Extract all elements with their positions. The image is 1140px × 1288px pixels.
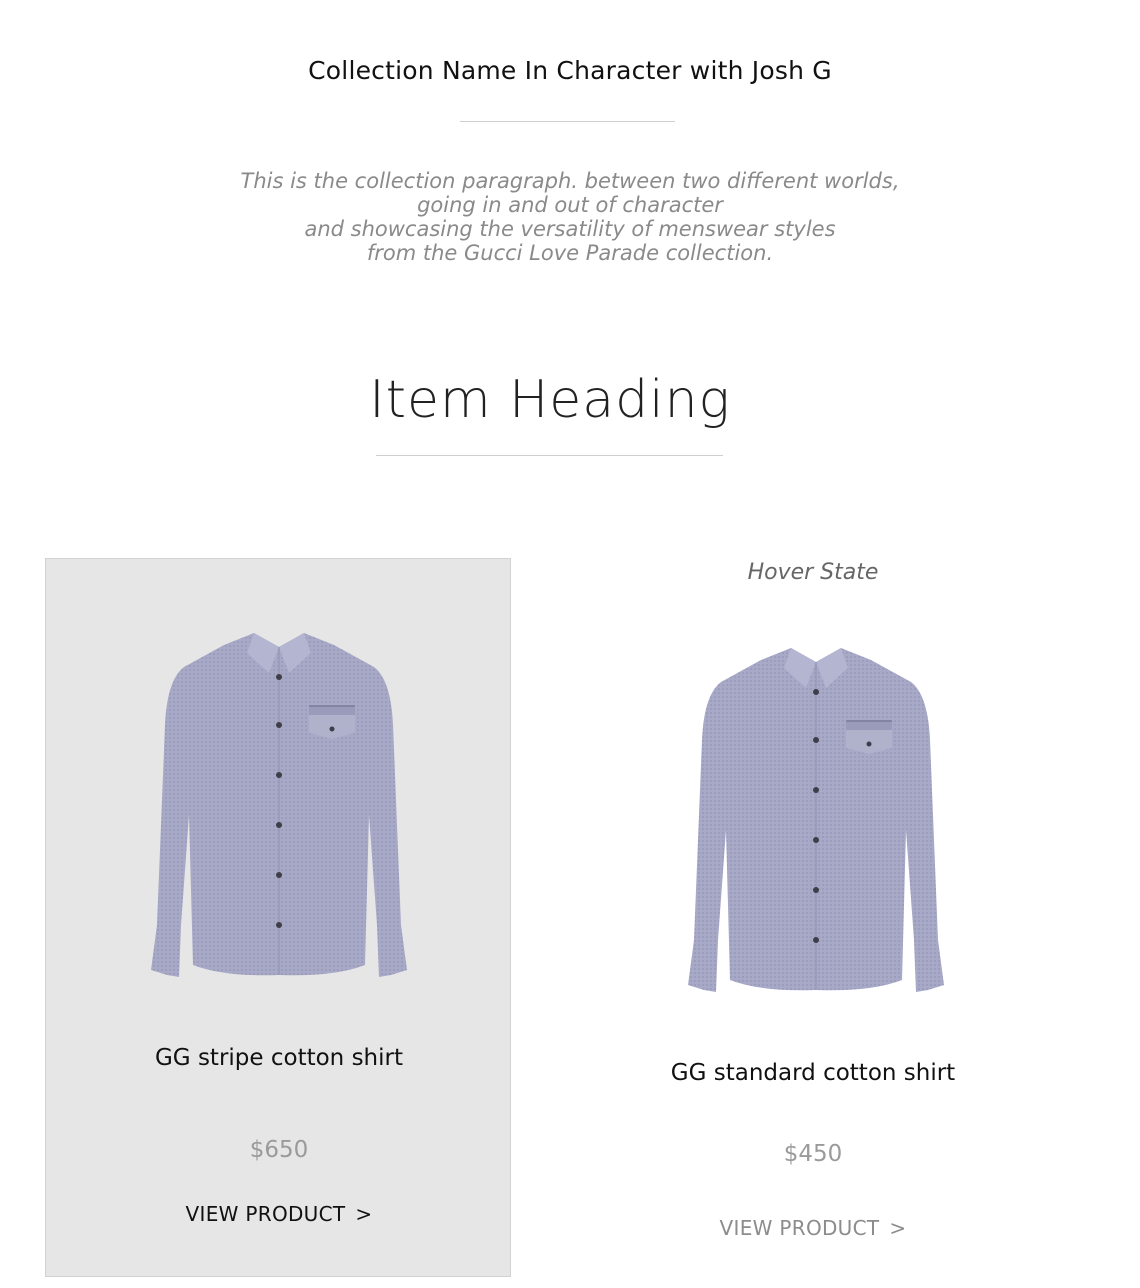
product-name[interactable]: GG stripe cotton shirt [46,1045,512,1071]
paragraph-line: from the Gucci Love Parade collection. [366,241,774,265]
view-product-link[interactable]: VIEW PRODUCT > [46,1202,512,1226]
view-product-label: VIEW PRODUCT [719,1216,880,1240]
shirt-image[interactable] [666,640,966,1010]
shirt-image[interactable] [129,625,429,995]
view-product-link[interactable]: VIEW PRODUCT > [580,1216,1046,1240]
chevron-right-icon: > [355,1202,373,1226]
paragraph-line: going in and out of character [417,193,723,217]
paragraph-line: and showcasing the versatility of menswe… [304,217,836,241]
product-card-gg-stripe-cotton-shirt[interactable]: GG stripe cotton shirt $650 VIEW PRODUCT… [45,558,511,1277]
product-price: $450 [783,1141,843,1167]
hover-state-label: Hover State [747,560,879,585]
collection-paragraph: This is the collection paragraph. betwee… [170,169,970,265]
product-card-gg-standard-cotton-shirt[interactable]: Hover State GG standard cotton shirt $45… [580,558,1046,1277]
product-price: $650 [249,1137,309,1163]
title-divider [460,121,675,122]
view-product-label: VIEW PRODUCT [185,1202,346,1226]
heading-divider [376,455,723,456]
item-heading: Item Heading [369,370,731,430]
paragraph-line: This is the collection paragraph. betwee… [240,169,900,193]
collection-title: Collection Name In Character with Josh G [308,56,832,85]
product-name[interactable]: GG standard cotton shirt [580,1060,1046,1086]
chevron-right-icon: > [889,1216,907,1240]
